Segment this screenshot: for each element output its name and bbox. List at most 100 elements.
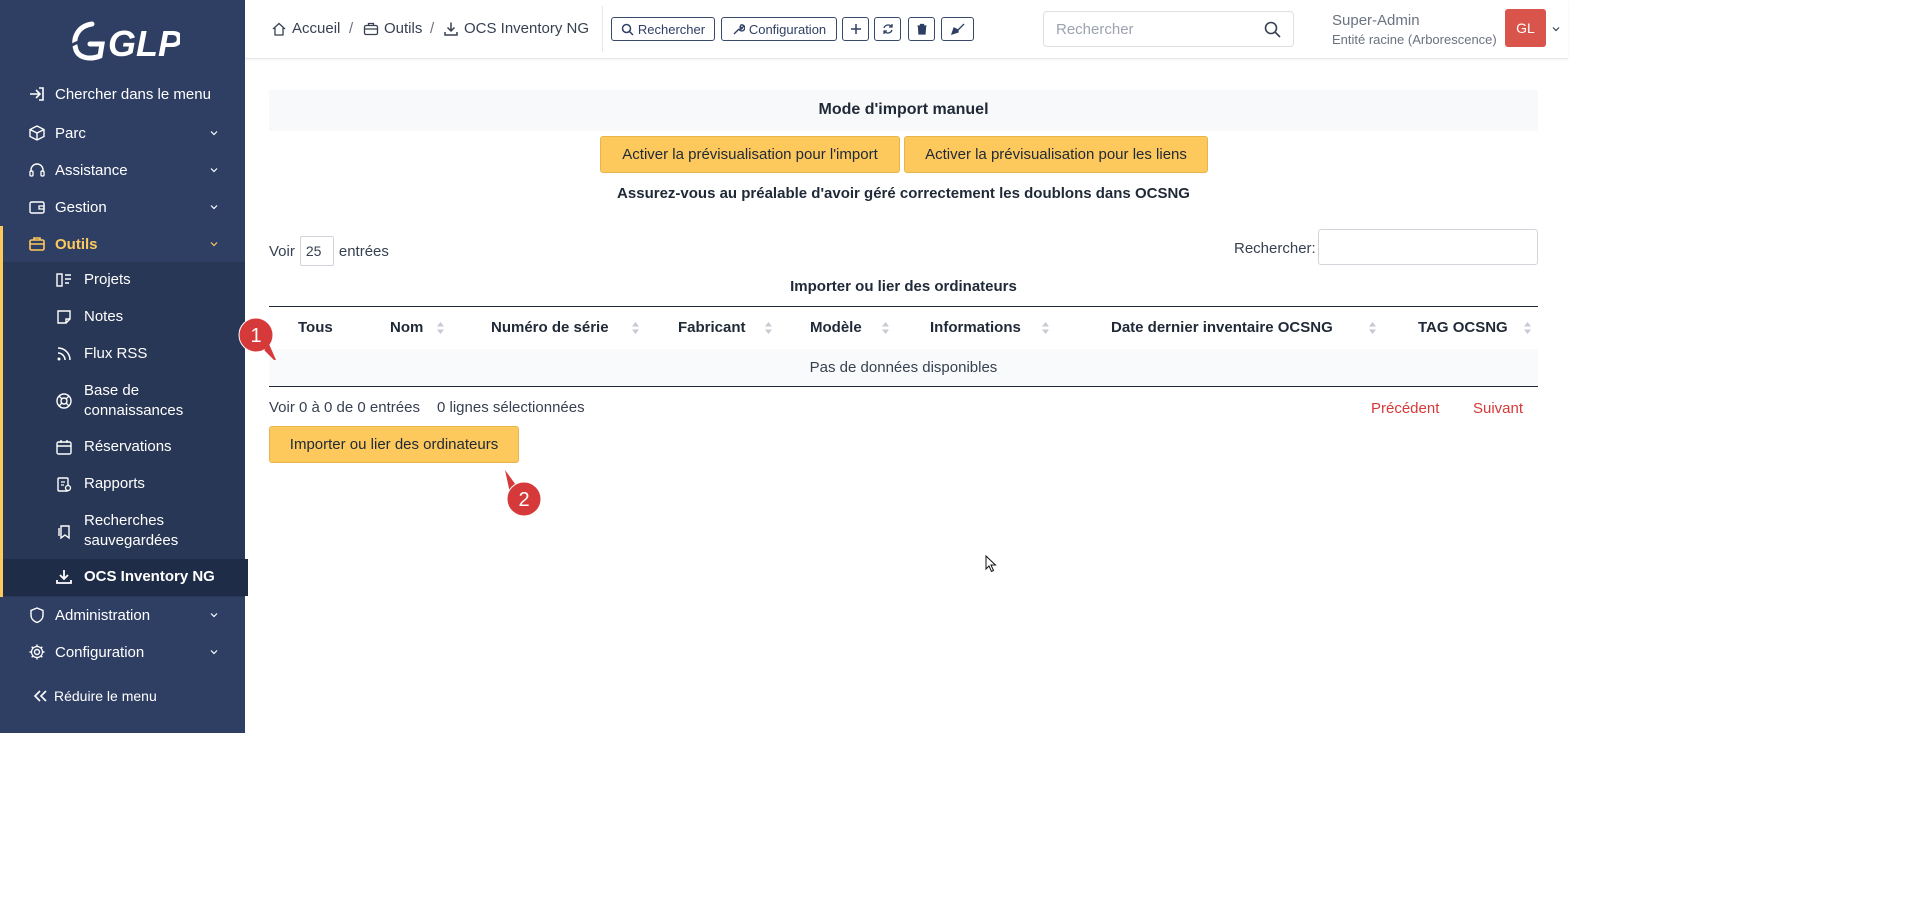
broom-icon xyxy=(950,23,964,35)
table-search-input[interactable] xyxy=(1318,229,1538,265)
page-length-prefix: Voir xyxy=(269,242,295,260)
download-icon xyxy=(56,570,72,584)
avatar[interactable]: GL xyxy=(1505,9,1546,47)
table-caption: Importer ou lier des ordinateurs xyxy=(790,278,1017,295)
delete-button[interactable] xyxy=(908,17,935,41)
sidebar-subitem-reservations[interactable]: Réservations xyxy=(3,429,248,466)
column-header-modele[interactable]: Modèle xyxy=(810,319,862,336)
breadcrumb-label: Accueil xyxy=(292,20,341,37)
report-clipboard-icon xyxy=(57,477,72,492)
preview-links-button[interactable]: Activer la prévisualisation pour les lie… xyxy=(904,136,1208,173)
search-icon[interactable] xyxy=(1264,21,1281,38)
sidebar-item-parc[interactable]: Parc xyxy=(0,115,245,151)
breadcrumb-label: Outils xyxy=(384,20,423,37)
clean-button[interactable] xyxy=(941,17,974,41)
sidebar-subitem-notes[interactable]: Notes xyxy=(3,299,248,336)
annotation-marker-1: 1 xyxy=(238,317,276,360)
note-icon xyxy=(57,310,71,324)
sidebar-subitem-label: Projets xyxy=(84,271,131,288)
sidebar-subitem-label: Réservations xyxy=(84,438,172,455)
breadcrumb-ocs-inventory[interactable]: OCS Inventory NG xyxy=(443,20,589,37)
download-icon xyxy=(444,22,458,36)
sidebar-subitem-flux-rss[interactable]: Flux RSS xyxy=(3,336,248,373)
sort-icon[interactable] xyxy=(632,322,639,334)
user-name[interactable]: Super-Admin xyxy=(1332,12,1420,29)
sort-icon[interactable] xyxy=(1042,322,1049,334)
pagination-previous[interactable]: Précédent xyxy=(1371,400,1439,417)
breadcrumb-label: OCS Inventory NG xyxy=(464,20,590,37)
sidebar-subitem-ocs-inventory[interactable]: OCS Inventory NG xyxy=(3,559,248,596)
box-icon xyxy=(29,125,45,141)
column-header-numero-serie[interactable]: Numéro de série xyxy=(491,319,609,336)
outils-submenu: Projets Notes Flux RSS Base de connaissa… xyxy=(0,262,248,597)
search-button[interactable]: Rechercher xyxy=(611,17,715,41)
calendar-icon xyxy=(56,440,72,455)
import-or-link-button[interactable]: Importer ou lier des ordinateurs xyxy=(269,426,519,463)
sidebar-subitem-projets[interactable]: Projets xyxy=(3,262,248,299)
pagination-next[interactable]: Suivant xyxy=(1473,400,1523,417)
configuration-button-label: Configuration xyxy=(748,21,827,37)
glpi-logo[interactable]: GLPI xyxy=(70,16,180,66)
double-chevron-left-icon xyxy=(33,690,47,702)
chevron-down-icon xyxy=(210,168,218,173)
table-info: Voir 0 à 0 de 0 entrées xyxy=(269,399,420,416)
sidebar-item-administration[interactable]: Administration xyxy=(0,597,245,633)
sidebar-subitem-recherches-sauvegardees[interactable]: Recherches sauvegardées xyxy=(3,503,248,559)
wallet-icon xyxy=(29,201,45,214)
collapse-menu-label: Réduire le menu xyxy=(54,688,157,704)
column-header-tous[interactable]: Tous xyxy=(298,319,333,336)
configuration-button[interactable]: Configuration xyxy=(721,17,837,41)
sort-icon[interactable] xyxy=(882,322,889,334)
sync-icon xyxy=(882,24,893,34)
column-header-date-inventaire[interactable]: Date dernier inventaire OCSNG xyxy=(1111,319,1333,336)
table-header xyxy=(269,306,1538,351)
sidebar-subitem-base-connaissances[interactable]: Base de connaissances xyxy=(3,373,248,429)
search-button-label: Rechercher xyxy=(637,21,706,37)
global-search-placeholder: Rechercher xyxy=(1056,20,1134,38)
page-length-control: Voir 25 entrées xyxy=(269,236,389,266)
add-button[interactable] xyxy=(842,17,869,41)
chevron-down-icon xyxy=(210,242,218,247)
header-divider xyxy=(602,6,603,52)
preview-import-button[interactable]: Activer la prévisualisation pour l'impor… xyxy=(600,136,900,173)
refresh-button[interactable] xyxy=(874,17,901,41)
sidebar-item-configuration[interactable]: Configuration xyxy=(0,634,245,670)
column-header-informations[interactable]: Informations xyxy=(930,319,1021,336)
sidebar-item-gestion[interactable]: Gestion xyxy=(0,189,245,225)
sidebar-subitem-label-line2: sauvegardées xyxy=(84,532,179,549)
column-header-fabricant[interactable]: Fabricant xyxy=(678,319,746,336)
collapse-menu-button[interactable]: Réduire le menu xyxy=(32,688,157,704)
menu-search-label: Chercher dans le menu xyxy=(55,85,211,103)
chevron-down-icon xyxy=(210,131,218,136)
mouse-cursor-icon xyxy=(985,555,997,573)
sidebar-item-label: Configuration xyxy=(55,643,145,661)
sort-icon[interactable] xyxy=(1524,322,1531,334)
sidebar-item-label: Assistance xyxy=(55,161,128,179)
page-length-select[interactable]: 25 xyxy=(299,236,334,266)
global-search-input[interactable]: Rechercher xyxy=(1043,11,1294,47)
column-header-tag-ocsng[interactable]: TAG OCSNG xyxy=(1418,319,1508,336)
breadcrumb-separator: / xyxy=(430,20,435,37)
sort-icon[interactable] xyxy=(1369,322,1376,334)
sort-icon[interactable] xyxy=(765,322,772,334)
briefcase-icon xyxy=(363,22,379,35)
breadcrumb-accueil[interactable]: Accueil xyxy=(271,20,340,37)
annotation-marker-2: 2 xyxy=(505,470,542,517)
chevron-down-icon xyxy=(210,650,218,655)
sidebar-subitem-rapports[interactable]: Rapports xyxy=(3,466,248,503)
sidebar-subitem-label: OCS Inventory NG xyxy=(84,568,215,585)
home-icon xyxy=(272,22,286,36)
lifebuoy-icon xyxy=(56,393,72,409)
breadcrumb-outils[interactable]: Outils xyxy=(363,20,422,37)
column-header-nom[interactable]: Nom xyxy=(390,319,423,336)
user-entity[interactable]: Entité racine (Arborescence) xyxy=(1332,32,1497,47)
chevron-down-icon[interactable] xyxy=(1552,25,1560,33)
sidebar-subitem-label-line1: Recherches xyxy=(84,512,165,529)
sidebar-item-label: Administration xyxy=(55,606,151,624)
sidebar-item-outils[interactable]: Outils xyxy=(0,226,245,262)
sort-icon[interactable] xyxy=(437,322,444,334)
gear-icon xyxy=(29,644,45,660)
project-board-icon xyxy=(56,273,71,287)
sidebar-item-assistance[interactable]: Assistance xyxy=(0,152,245,188)
menu-search-link[interactable]: Chercher dans le menu xyxy=(0,76,245,112)
